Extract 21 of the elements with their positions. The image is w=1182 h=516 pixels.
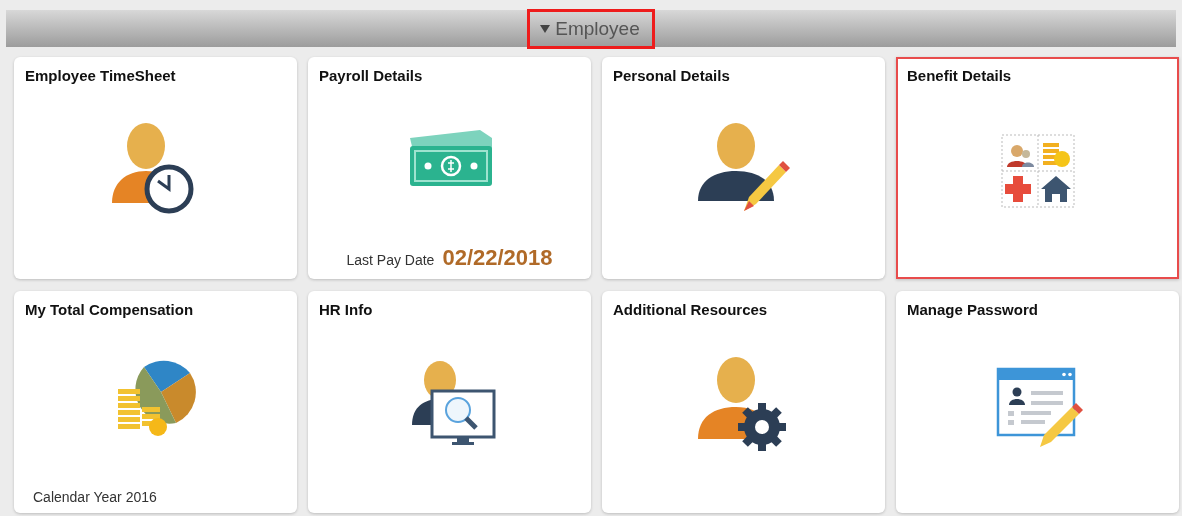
tile-title: Benefit Details xyxy=(907,67,1013,84)
tile[interactable]: Benefit Details xyxy=(896,57,1179,279)
tile[interactable]: My Total Compensation Calendar Year 2016 xyxy=(14,291,297,513)
tile-title: My Total Compensation xyxy=(25,301,195,318)
tile-title: Personal Details xyxy=(613,67,731,84)
tile-title: Payroll Details xyxy=(319,67,424,84)
tile-title: Employee TimeSheet xyxy=(25,67,177,84)
pay-date: 02/22/2018 xyxy=(442,245,553,271)
tile-title: HR Info xyxy=(319,301,374,318)
tile[interactable]: Manage Password xyxy=(896,291,1179,513)
tile[interactable]: Payroll Details Last Pay Date 02/22/2018 xyxy=(308,57,591,279)
tile[interactable]: Employee TimeSheet xyxy=(14,57,297,279)
tile-title: Manage Password xyxy=(907,301,1039,318)
footer-label: Last Pay Date xyxy=(346,252,435,268)
tile-title: Additional Resources xyxy=(613,301,769,318)
tile[interactable]: HR Info xyxy=(308,291,591,513)
employee-dropdown[interactable]: Employee xyxy=(527,8,655,49)
caret-icon xyxy=(540,24,551,33)
tile[interactable]: Additional Resources xyxy=(602,291,885,513)
footer-label: Calendar Year 2016 xyxy=(33,489,157,505)
tile[interactable]: Personal Details xyxy=(602,57,885,279)
